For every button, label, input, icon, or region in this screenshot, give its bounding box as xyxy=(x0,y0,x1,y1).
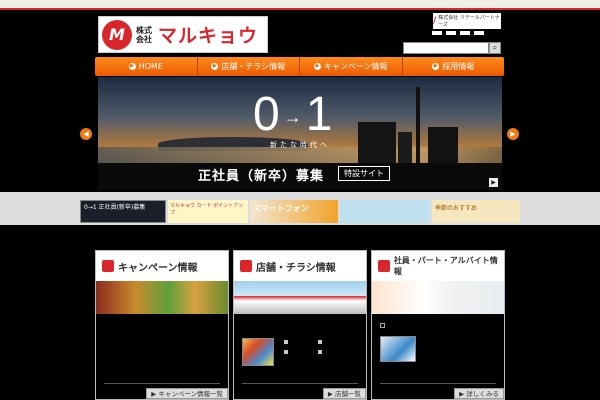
logo-name: マルキョウ xyxy=(158,25,259,47)
nav-label: 採用情報 xyxy=(442,62,475,71)
hero-zero: 0 xyxy=(253,88,282,141)
utility-link[interactable] xyxy=(460,31,470,35)
partner-logo[interactable]: / 株式会社 リテールパートナーズ xyxy=(433,13,501,29)
flyer-link[interactable] xyxy=(318,340,322,344)
company-logo[interactable]: M 株式会社 マルキョウ xyxy=(98,16,268,53)
arrow-right-icon: ▶ xyxy=(313,63,321,70)
divider xyxy=(380,383,496,384)
panel-title: キャンペーン情報 xyxy=(118,262,198,274)
logo-mark-icon: M xyxy=(102,19,132,50)
hero-banner[interactable]: 0 →1 新たな時代へ 正社員（新卒）募集 特設サイト ▶ xyxy=(98,77,502,190)
arrow-right-icon: ▶ xyxy=(432,63,440,70)
utility-link[interactable] xyxy=(474,31,484,35)
partner-label: 株式会社 リテールパートナーズ xyxy=(438,15,500,28)
hero-one: 1 xyxy=(305,88,335,141)
arrow-icon: → xyxy=(283,106,304,127)
arrow-right-icon: ▶ xyxy=(327,390,335,398)
button-label: キャンペーン情報一覧 xyxy=(158,390,223,398)
partner-mark-icon: / xyxy=(433,16,437,26)
search-icon[interactable]: ⌕ xyxy=(489,42,501,54)
main-nav: ▶ HOME ▶ 店舗・チラシ情報 ▶ キャンペーン情報 ▶ 採用情報 xyxy=(95,57,504,76)
banner-thumb-recruit[interactable]: 0→1 正社員(新卒)募集 xyxy=(80,200,166,223)
panel-header: 社員・パート・アルバイト情報 xyxy=(372,251,504,281)
hero-recruit-text: 正社員（新卒）募集 xyxy=(198,169,325,184)
staff-image[interactable] xyxy=(372,281,504,314)
banner-thumb-campaign[interactable] xyxy=(340,200,430,223)
job-thumbnail[interactable] xyxy=(380,336,416,362)
nav-label: 店舗・チラシ情報 xyxy=(221,62,286,71)
campaign-list-button[interactable]: ▶ キャンペーン情報一覧 xyxy=(146,388,228,399)
panel-title: 店舗・チラシ情報 xyxy=(256,262,336,274)
divider xyxy=(104,383,220,384)
campaign-image[interactable] xyxy=(96,281,228,314)
panel-title: 社員・パート・アルバイト情報 xyxy=(393,256,498,276)
flyer-link[interactable] xyxy=(318,350,322,354)
store-image[interactable] xyxy=(234,281,366,314)
utility-link[interactable] xyxy=(432,31,442,35)
banner-thumb-seasonal[interactable]: 季節のおすすめ xyxy=(432,200,520,223)
search-input[interactable] xyxy=(403,42,489,54)
jobs-panel: 社員・パート・アルバイト情報 ▶ 詳しくみる xyxy=(371,250,505,400)
external-link-icon[interactable] xyxy=(380,323,385,328)
flyer-link[interactable] xyxy=(284,350,288,354)
flyer-link[interactable] xyxy=(284,340,288,344)
hero-play-icon[interactable]: ▶ xyxy=(489,178,498,187)
top-stripe xyxy=(0,0,600,10)
store-icon xyxy=(240,260,252,272)
flyer-thumbnail[interactable] xyxy=(242,338,274,366)
special-site-button[interactable]: 特設サイト xyxy=(338,166,390,181)
nav-stores[interactable]: ▶ 店舗・チラシ情報 xyxy=(198,57,300,76)
button-label: 店舗一覧 xyxy=(335,390,361,398)
campaign-panel: キャンペーン情報 ▶ キャンペーン情報一覧 xyxy=(95,250,229,400)
slider-next-button[interactable]: ▶ xyxy=(507,128,519,140)
button-label: 詳しくみる xyxy=(466,390,499,398)
nav-label: キャンペーン情報 xyxy=(323,62,388,71)
panel-header: 店舗・チラシ情報 xyxy=(234,251,366,281)
divider xyxy=(242,383,358,384)
panel-header: キャンペーン情報 xyxy=(96,251,228,281)
calendar-check-icon xyxy=(102,260,114,272)
hero-caption: 新たな時代へ xyxy=(270,141,330,149)
hero-tower xyxy=(416,87,420,165)
banner-thumb-card[interactable]: マルキョウ カード ポイントアップ xyxy=(168,200,248,223)
logo-subtitle: 株式会社 xyxy=(136,25,152,44)
hero-headline: 0 →1 xyxy=(253,87,334,142)
utility-links xyxy=(432,31,484,35)
store-panel: 店舗・チラシ情報 ▶ 店舗一覧 xyxy=(233,250,367,400)
arrow-right-icon: ▶ xyxy=(128,63,136,70)
nav-recruit[interactable]: ▶ 採用情報 xyxy=(403,57,505,76)
nav-campaign[interactable]: ▶ キャンペーン情報 xyxy=(300,57,403,76)
search-box: ⌕ xyxy=(403,42,501,54)
jobs-more-button[interactable]: ▶ 詳しくみる xyxy=(454,388,504,399)
slider-prev-button[interactable]: ◀ xyxy=(80,128,92,140)
person-icon xyxy=(378,260,390,272)
store-list-button[interactable]: ▶ 店舗一覧 xyxy=(322,388,366,399)
nav-home[interactable]: ▶ HOME xyxy=(95,57,198,76)
utility-link[interactable] xyxy=(446,31,456,35)
nav-label: HOME xyxy=(138,62,163,71)
flyer-links xyxy=(284,340,352,354)
arrow-right-icon: ▶ xyxy=(211,63,219,70)
banner-thumb-smartphone[interactable]: スマートフォン xyxy=(250,200,338,223)
